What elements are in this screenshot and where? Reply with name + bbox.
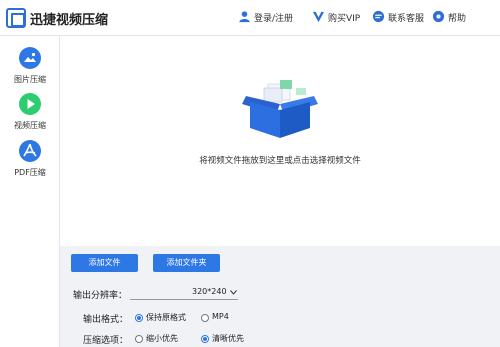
sidebar-item-video-compress[interactable]: 视频压缩 [0, 93, 60, 143]
chat-icon[interactable] [372, 10, 385, 23]
drop-zone[interactable]: 将视频文件拖放到这里或点击选择视频文件 [60, 36, 500, 246]
add-folder-button[interactable]: 添加文件夹 [153, 254, 220, 272]
sidebar: 图片压缩 视频压缩 PDF压缩 [0, 36, 60, 347]
compress-option-label: 清晰优先 [212, 334, 244, 343]
resolution-label: 输出分辨率： [73, 291, 128, 301]
user-icon[interactable] [238, 10, 251, 23]
app-title: 迅捷视频压缩 [30, 13, 109, 28]
compress-label: 压缩选项： [83, 336, 129, 346]
image-icon [19, 47, 41, 69]
chevron-down-icon [230, 290, 237, 295]
drop-hint: 将视频文件拖放到这里或点击选择视频文件 [199, 156, 361, 166]
sidebar-item-pdf-compress[interactable]: PDF压缩 [0, 140, 60, 190]
box-icon [242, 80, 318, 138]
pdf-icon [19, 140, 41, 162]
gear-icon[interactable] [432, 10, 445, 23]
compress-radio-quality[interactable] [201, 335, 209, 343]
format-option-label: MP4 [212, 312, 229, 321]
resolution-value: 320*240 [192, 287, 227, 296]
sidebar-item-label: PDF压缩 [14, 168, 46, 177]
buy-vip-link[interactable]: 购买VIP [328, 11, 360, 24]
format-radio-mp4[interactable] [201, 314, 209, 322]
sidebar-item-image-compress[interactable]: 图片压缩 [0, 47, 60, 97]
title-bar: 迅捷视频压缩 登录/注册 购买VIP 联系客服 帮助 [0, 0, 500, 36]
vip-icon[interactable] [312, 10, 325, 23]
support-link[interactable]: 联系客服 [388, 11, 424, 24]
resolution-select[interactable]: 320*240 [130, 286, 238, 300]
app-logo-icon [6, 8, 26, 28]
format-option-label: 保持原格式 [146, 313, 186, 322]
help-link[interactable]: 帮助 [448, 11, 466, 24]
sidebar-item-label: 图片压缩 [14, 75, 46, 84]
add-file-button[interactable]: 添加文件 [71, 254, 138, 272]
compress-option-label: 缩小优先 [146, 334, 178, 343]
settings-panel: 添加文件 添加文件夹 输出分辨率： 320*240 输出格式： 保持原格式 MP… [60, 246, 500, 347]
compress-radio-size[interactable] [135, 335, 143, 343]
login-link[interactable]: 登录/注册 [254, 11, 293, 24]
play-icon [19, 93, 41, 115]
sidebar-item-label: 视频压缩 [14, 121, 46, 130]
format-radio-keep[interactable] [135, 314, 143, 322]
format-label: 输出格式： [83, 315, 129, 325]
